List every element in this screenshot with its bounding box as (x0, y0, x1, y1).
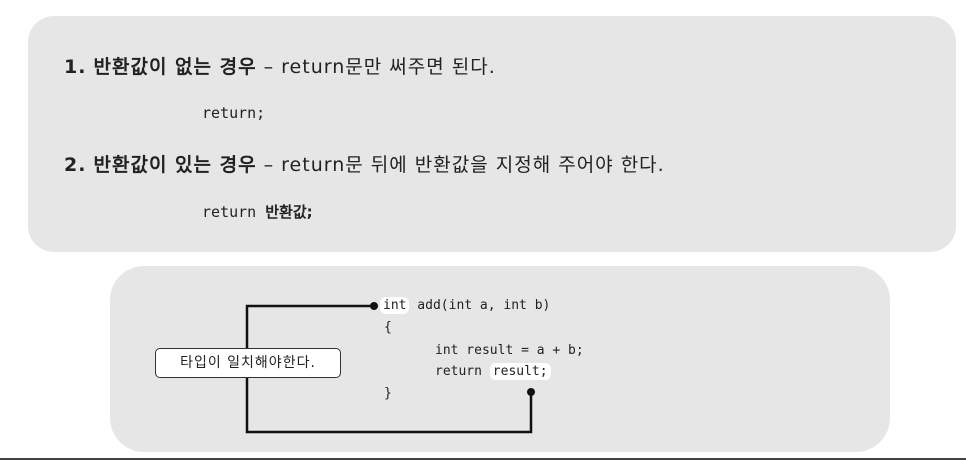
bottom-divider (0, 458, 966, 460)
code-line-signature: int add(int a, int b) (380, 297, 551, 314)
connector-top-line (245, 304, 374, 350)
code-line-close-brace: } (384, 386, 392, 401)
type-match-connector (245, 302, 535, 434)
return-type-highlight: int (380, 297, 410, 314)
connector-dot-result (527, 388, 535, 396)
code-line-return: return result; (435, 363, 551, 380)
code-line-open-brace: { (384, 320, 392, 335)
connector-dot-int (370, 302, 378, 310)
type-match-callout: 타입이 일치해야한다. (155, 348, 341, 378)
connector-bottom-line (245, 376, 533, 434)
return-value-highlight: result; (489, 363, 551, 380)
signature-rest: add(int a, int b) (409, 298, 551, 313)
return-keyword: return (435, 364, 490, 379)
code-line-result-decl: int result = a + b; (435, 343, 584, 358)
